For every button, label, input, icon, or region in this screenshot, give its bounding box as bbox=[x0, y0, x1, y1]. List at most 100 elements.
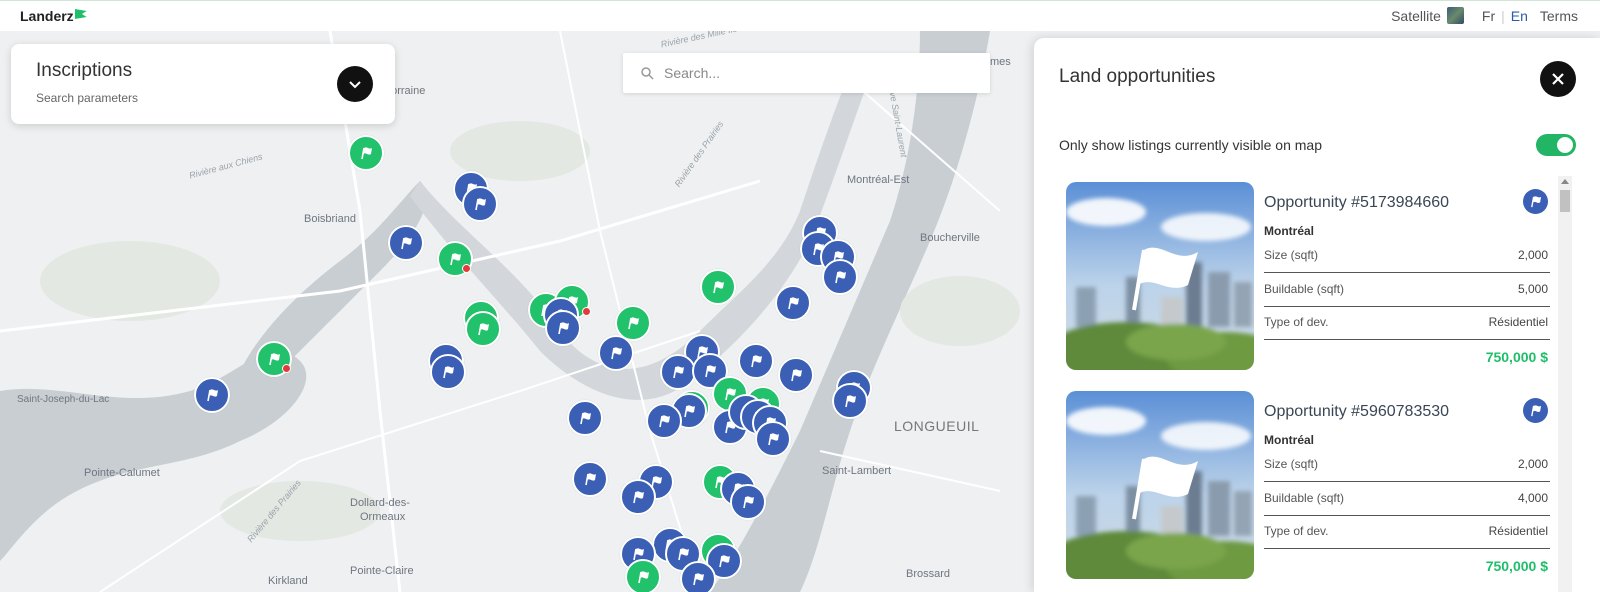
map-marker-blue[interactable] bbox=[598, 335, 634, 371]
flag-icon bbox=[659, 415, 670, 428]
terms-link[interactable]: Terms bbox=[1540, 8, 1578, 24]
listing-type-row: Type of dev. Résidentiel bbox=[1264, 515, 1550, 549]
map-marker-green[interactable] bbox=[700, 269, 736, 305]
flag-icon bbox=[611, 347, 622, 360]
listing-price: 750,000 $ bbox=[1485, 349, 1548, 365]
scroll-up-arrow-icon[interactable] bbox=[1561, 179, 1569, 184]
map-label-longueuil: LONGUEUIL bbox=[894, 418, 980, 434]
lang-separator: | bbox=[1501, 7, 1505, 24]
listing-flag-icon bbox=[1523, 189, 1548, 214]
lang-fr-link[interactable]: Fr bbox=[1482, 8, 1495, 24]
map-marker-blue[interactable] bbox=[388, 225, 424, 261]
map-marker-blue[interactable] bbox=[832, 383, 868, 419]
top-nav: Satellite Fr | En Terms bbox=[1391, 7, 1578, 24]
map-label-boucherville: Boucherville bbox=[920, 232, 980, 244]
map-marker-blue[interactable] bbox=[738, 343, 774, 379]
visible-only-toggle[interactable] bbox=[1536, 134, 1576, 156]
listing-type-row: Type of dev. Résidentiel bbox=[1264, 306, 1550, 340]
map-red-dot bbox=[582, 307, 591, 316]
land-opportunities-panel: Land opportunities Only show listings cu… bbox=[1034, 38, 1600, 592]
map-label-montreal-est: Montréal-Est bbox=[847, 174, 910, 186]
buildable-value: 5,000 bbox=[1517, 282, 1548, 296]
flag-icon bbox=[361, 147, 372, 160]
map-marker-blue[interactable] bbox=[755, 421, 791, 457]
map-label-saint-joseph: Saint-Joseph-du-Lac bbox=[17, 394, 110, 405]
listing-buildable-row: Buildable (sqft) 4,000 bbox=[1264, 482, 1550, 516]
map-marker-blue[interactable] bbox=[660, 354, 696, 390]
map-marker-blue[interactable] bbox=[778, 357, 814, 393]
inscriptions-subtitle: Search parameters bbox=[36, 91, 139, 105]
map-label-boisbriand: Boisbriand bbox=[304, 213, 356, 225]
flag-icon bbox=[638, 571, 649, 584]
flag-icon bbox=[443, 366, 454, 379]
listing-size-row: Size (sqft) 2,000 bbox=[1264, 448, 1550, 482]
listing-list: Opportunity #5173984660 Montréal Size (s… bbox=[1034, 178, 1574, 592]
close-panel-button[interactable] bbox=[1540, 61, 1576, 97]
search-icon bbox=[641, 66, 654, 80]
map-marker-blue[interactable] bbox=[572, 461, 608, 497]
flag-icon bbox=[719, 555, 730, 568]
map-marker-blue[interactable] bbox=[545, 310, 581, 346]
listing-title[interactable]: Opportunity #5173984660 bbox=[1264, 194, 1449, 212]
flag-icon bbox=[768, 433, 779, 446]
logo[interactable]: Landerz bbox=[20, 8, 87, 24]
top-bar: Landerz Satellite Fr | En Terms bbox=[0, 0, 1600, 31]
listing-city: Montréal bbox=[1264, 433, 1315, 447]
map-label-kirkland: Kirkland bbox=[268, 575, 308, 587]
inscriptions-card[interactable]: Inscriptions Search parameters bbox=[11, 44, 395, 124]
type-value: Résidentiel bbox=[1488, 524, 1548, 538]
map-marker-green[interactable] bbox=[465, 311, 501, 347]
flag-icon bbox=[207, 389, 218, 402]
listing-price: 750,000 $ bbox=[1485, 558, 1548, 574]
map-marker-green[interactable] bbox=[348, 135, 384, 171]
satellite-toggle-label[interactable]: Satellite bbox=[1391, 8, 1441, 24]
map-marker-blue[interactable] bbox=[775, 285, 811, 321]
map-marker-blue[interactable] bbox=[567, 400, 603, 436]
buildable-label: Buildable (sqft) bbox=[1264, 282, 1345, 296]
map-marker-blue[interactable] bbox=[822, 259, 858, 295]
flag-icon bbox=[835, 271, 846, 284]
flag-icon bbox=[478, 323, 489, 336]
flag-icon bbox=[580, 412, 591, 425]
map-label-pointe-calumet: Pointe-Calumet bbox=[84, 467, 160, 479]
search-input[interactable] bbox=[664, 65, 964, 81]
type-label: Type of dev. bbox=[1264, 524, 1329, 538]
map-marker-blue[interactable] bbox=[430, 354, 466, 390]
map-red-dot bbox=[462, 264, 471, 273]
map-marker-blue[interactable] bbox=[680, 561, 716, 592]
listing-scrollbar[interactable] bbox=[1558, 176, 1572, 592]
map-marker-blue[interactable] bbox=[620, 479, 656, 515]
listing-title[interactable]: Opportunity #5960783530 bbox=[1264, 403, 1449, 421]
map-marker-blue[interactable] bbox=[646, 403, 682, 439]
flag-icon bbox=[269, 353, 280, 366]
expand-parameters-button[interactable] bbox=[337, 66, 373, 102]
type-value: Résidentiel bbox=[1488, 315, 1548, 329]
lang-en-link[interactable]: En bbox=[1511, 8, 1528, 24]
listing-card[interactable]: Opportunity #5173984660 Montréal Size (s… bbox=[1066, 182, 1550, 372]
map-marker-blue[interactable] bbox=[462, 186, 498, 222]
scroll-thumb[interactable] bbox=[1560, 190, 1570, 212]
listing-buildable-row: Buildable (sqft) 5,000 bbox=[1264, 273, 1550, 307]
listing-card[interactable]: Opportunity #5960783530 Montréal Size (s… bbox=[1066, 391, 1550, 581]
listing-image bbox=[1066, 182, 1254, 370]
type-label: Type of dev. bbox=[1264, 315, 1329, 329]
flag-icon bbox=[713, 281, 724, 294]
listing-flag-icon bbox=[1523, 398, 1548, 423]
satellite-thumbnail-icon[interactable] bbox=[1446, 7, 1464, 24]
flag-icon bbox=[788, 297, 799, 310]
map-label-mes: mes bbox=[990, 56, 1011, 68]
map-marker-green[interactable] bbox=[625, 559, 661, 592]
flag-icon bbox=[673, 366, 684, 379]
flag-icon bbox=[751, 355, 762, 368]
buildable-value: 4,000 bbox=[1517, 491, 1548, 505]
visible-only-toggle-label: Only show listings currently visible on … bbox=[1059, 137, 1322, 153]
listing-image bbox=[1066, 391, 1254, 579]
size-label: Size (sqft) bbox=[1264, 248, 1319, 262]
flag-icon bbox=[678, 548, 689, 561]
flag-icon bbox=[475, 198, 486, 211]
map-marker-blue[interactable] bbox=[194, 377, 230, 413]
listing-size-row: Size (sqft) 2,000 bbox=[1264, 239, 1550, 273]
map-label-dollard-2: Ormeaux bbox=[360, 511, 406, 523]
toggle-knob bbox=[1557, 137, 1573, 153]
map-marker-blue[interactable] bbox=[730, 484, 766, 520]
